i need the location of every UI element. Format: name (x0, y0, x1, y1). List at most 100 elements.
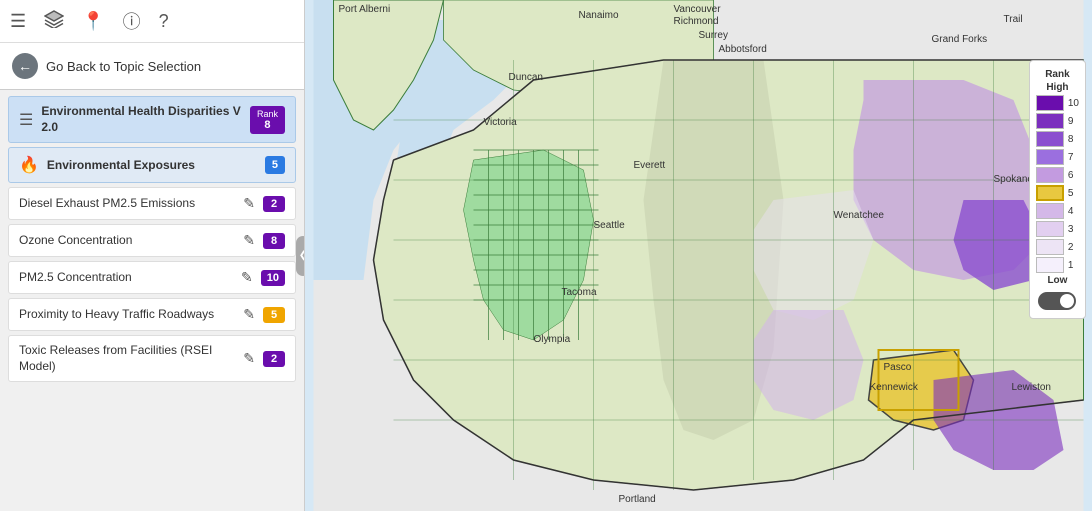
legend-num-4: 4 (1068, 206, 1074, 217)
legend-num-8: 8 (1068, 134, 1074, 145)
resize-handle[interactable]: ❮ (296, 236, 305, 276)
legend-color-3 (1036, 221, 1064, 237)
chart-icon-0: ✎ (243, 195, 255, 212)
rank-value-text: 8 (264, 119, 270, 131)
active-topic-icon: ☰ (19, 110, 33, 130)
sub-item-rank-2: 10 (261, 270, 285, 286)
help-icon[interactable]: ? (159, 11, 169, 32)
list-item[interactable]: PM2.5 Concentration ✎ 10 (8, 261, 296, 294)
legend-color-4 (1036, 203, 1064, 219)
sub-item-label-4: Toxic Releases from Facilities (RSEI Mod… (19, 343, 235, 374)
legend-title: Rank (1045, 69, 1069, 80)
chart-icon-3: ✎ (243, 306, 255, 323)
chart-icon-1: ✎ (243, 232, 255, 249)
list-icon[interactable]: ☰ (10, 11, 26, 32)
secondary-topic-item[interactable]: 🔥 Environmental Exposures 5 (8, 147, 296, 183)
list-area: ☰ Environmental Health Disparities V 2.0… (0, 90, 304, 511)
svg-text:Port Alberni: Port Alberni (339, 4, 391, 15)
active-topic-rank-badge: Rank 8 (250, 106, 285, 134)
layers-icon[interactable] (44, 10, 64, 33)
secondary-rank-value: 5 (272, 159, 278, 171)
svg-text:Spokane: Spokane (994, 174, 1034, 185)
legend-num-1: 1 (1068, 260, 1074, 271)
location-icon[interactable]: 📍 (82, 11, 104, 32)
list-item[interactable]: Ozone Concentration ✎ 8 (8, 224, 296, 257)
svg-text:Seattle: Seattle (594, 220, 626, 231)
legend-row-4: 4 (1036, 203, 1079, 219)
list-item[interactable]: Toxic Releases from Facilities (RSEI Mod… (8, 335, 296, 382)
legend-row-6: 6 (1036, 167, 1079, 183)
sub-item-rank-4: 2 (263, 351, 285, 367)
svg-text:Kennewick: Kennewick (870, 382, 919, 393)
legend: Rank High 10 9 8 7 6 5 4 (1029, 60, 1086, 319)
legend-row-1: 1 (1036, 257, 1079, 273)
svg-text:Wenatchee: Wenatchee (834, 210, 885, 221)
legend-row-7: 7 (1036, 149, 1079, 165)
legend-color-1 (1036, 257, 1064, 273)
map-area: Port Alberni Nanaimo Vancouver Richmond … (305, 0, 1092, 511)
sub-item-label-3: Proximity to Heavy Traffic Roadways (19, 307, 235, 323)
svg-text:Duncan: Duncan (509, 72, 543, 83)
svg-text:Nanaimo: Nanaimo (579, 10, 619, 21)
svg-text:Portland: Portland (619, 494, 656, 505)
legend-num-9: 9 (1068, 116, 1074, 127)
sub-item-label-2: PM2.5 Concentration (19, 270, 233, 286)
legend-toggle[interactable] (1038, 292, 1076, 310)
legend-row-9: 9 (1036, 113, 1079, 129)
back-button[interactable]: ← Go Back to Topic Selection (0, 43, 304, 90)
legend-num-7: 7 (1068, 152, 1074, 163)
active-topic-item[interactable]: ☰ Environmental Health Disparities V 2.0… (8, 96, 296, 143)
chart-icon-4: ✎ (243, 350, 255, 367)
legend-color-8 (1036, 131, 1064, 147)
svg-text:Everett: Everett (634, 160, 666, 171)
sub-item-rank-0: 2 (263, 196, 285, 212)
svg-text:Surrey: Surrey (699, 30, 728, 41)
legend-color-6 (1036, 167, 1064, 183)
legend-row-8: 8 (1036, 131, 1079, 147)
left-panel: ☰ 📍 ⓘ ? ← Go Back to Topic Selection ☰ E… (0, 0, 305, 511)
svg-text:Abbotsford: Abbotsford (719, 44, 767, 55)
svg-text:Lewiston: Lewiston (1012, 382, 1051, 393)
legend-low-label: Low (1047, 275, 1067, 286)
legend-color-5 (1036, 185, 1064, 201)
sub-item-rank-3: 5 (263, 307, 285, 323)
rank-label-text: Rank (257, 109, 278, 119)
svg-text:Pasco: Pasco (884, 362, 912, 373)
secondary-rank-badge: 5 (265, 156, 285, 174)
legend-color-10 (1036, 95, 1064, 111)
secondary-topic-icon: 🔥 (19, 155, 39, 175)
legend-num-10: 10 (1068, 98, 1079, 109)
legend-row-2: 2 (1036, 239, 1079, 255)
legend-num-6: 6 (1068, 170, 1074, 181)
svg-text:Richmond: Richmond (674, 16, 719, 27)
svg-text:Trail: Trail (1004, 14, 1023, 25)
legend-color-7 (1036, 149, 1064, 165)
sub-item-label-0: Diesel Exhaust PM2.5 Emissions (19, 196, 235, 212)
sub-item-rank-1: 8 (263, 233, 285, 249)
map-svg: Port Alberni Nanaimo Vancouver Richmond … (305, 0, 1092, 511)
list-item[interactable]: Proximity to Heavy Traffic Roadways ✎ 5 (8, 298, 296, 331)
svg-text:Vancouver: Vancouver (674, 4, 722, 15)
svg-text:Olympia: Olympia (534, 334, 571, 345)
info-icon[interactable]: ⓘ (123, 8, 141, 34)
legend-color-2 (1036, 239, 1064, 255)
legend-row-10: 10 (1036, 95, 1079, 111)
list-item[interactable]: Diesel Exhaust PM2.5 Emissions ✎ 2 (8, 187, 296, 220)
svg-text:Victoria: Victoria (484, 117, 518, 128)
svg-text:Tacoma: Tacoma (562, 287, 597, 298)
back-circle-icon: ← (12, 53, 38, 79)
legend-num-5: 5 (1068, 188, 1074, 199)
legend-high-label: High (1046, 82, 1068, 93)
sub-item-label-1: Ozone Concentration (19, 233, 235, 249)
back-button-label: Go Back to Topic Selection (46, 59, 201, 74)
svg-text:Grand Forks: Grand Forks (932, 34, 988, 45)
legend-row-3: 3 (1036, 221, 1079, 237)
active-topic-label: Environmental Health Disparities V 2.0 (41, 104, 242, 135)
legend-row-5: 5 (1036, 185, 1079, 201)
legend-num-3: 3 (1068, 224, 1074, 235)
secondary-topic-label: Environmental Exposures (47, 158, 257, 172)
legend-color-9 (1036, 113, 1064, 129)
legend-num-2: 2 (1068, 242, 1074, 253)
toolbar: ☰ 📍 ⓘ ? (0, 0, 304, 43)
chart-icon-2: ✎ (241, 269, 253, 286)
